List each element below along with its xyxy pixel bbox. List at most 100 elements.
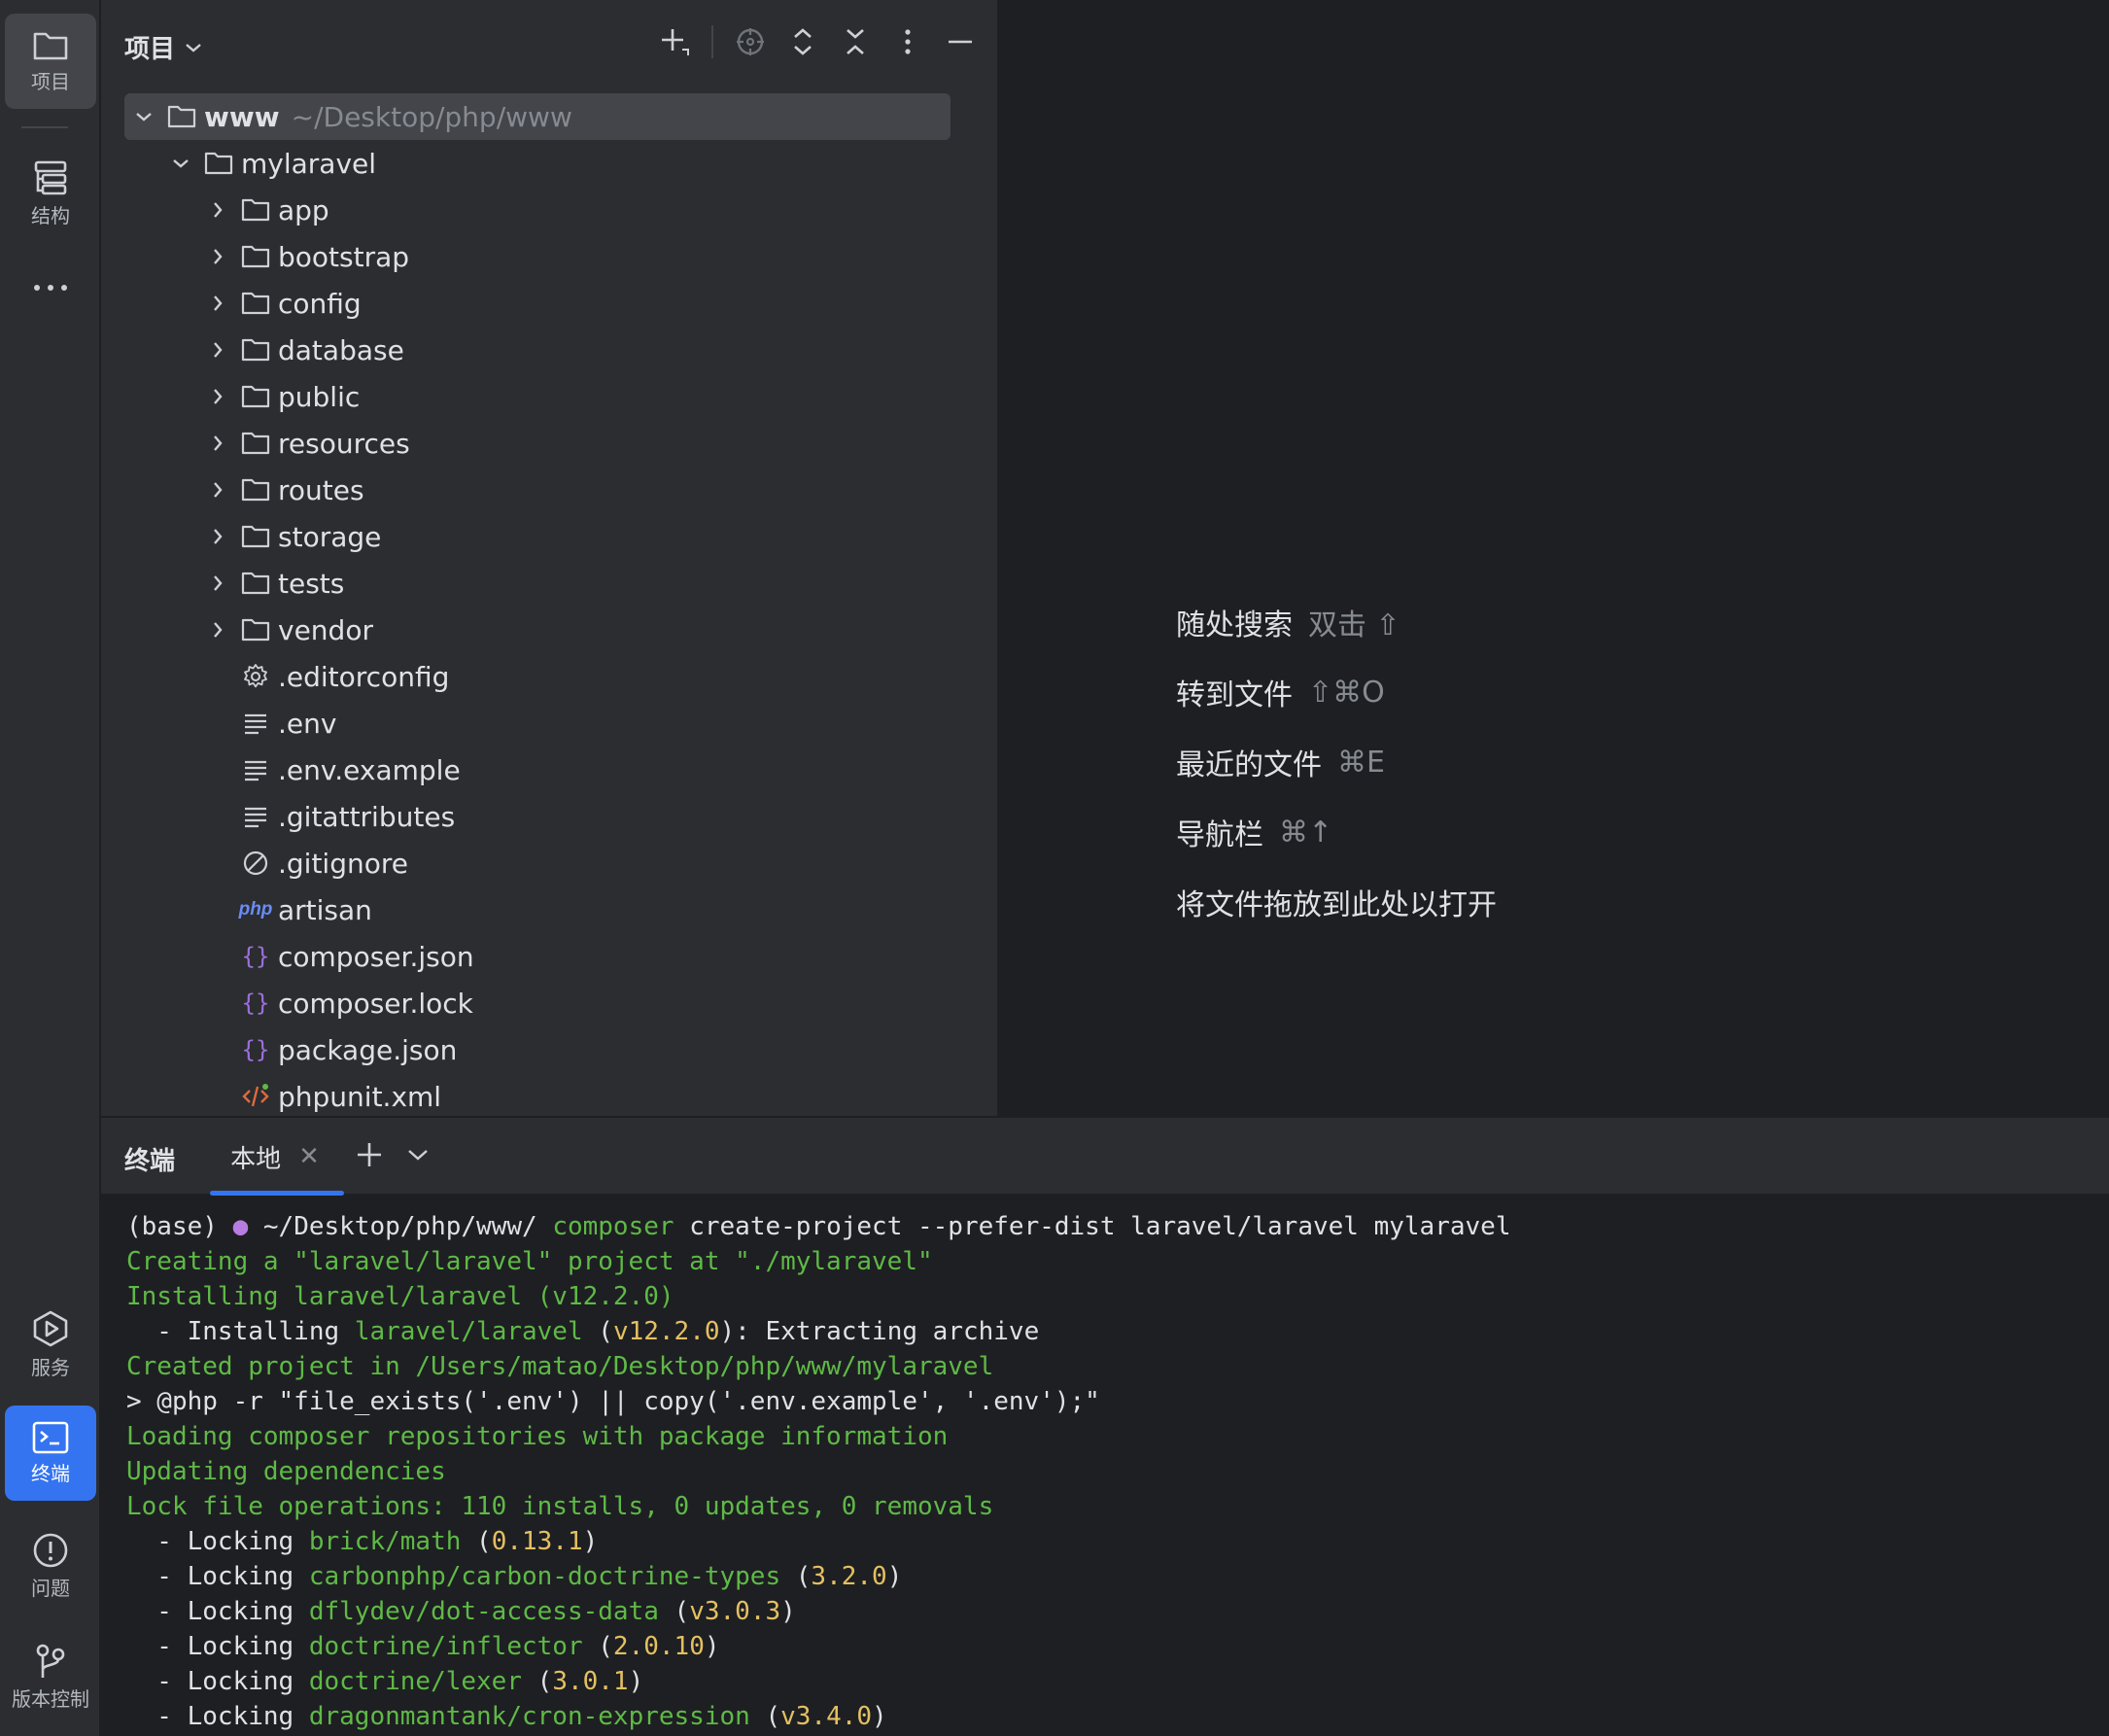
terminal-tab-bar: 终端 本地 ✕ — [101, 1118, 2109, 1196]
ignore-file-icon — [239, 847, 272, 880]
terminal-line: - Locking doctrine/inflector (2.0.10) — [126, 1632, 720, 1661]
project-panel: 项目 www ~/Desktop/php/www mylaravel app b… — [101, 0, 1089, 1116]
project-panel-header: 项目 — [101, 0, 999, 87]
tree-row-folder[interactable]: public — [124, 373, 951, 420]
chevron-right-icon[interactable] — [204, 616, 231, 643]
folder-name: tests — [278, 567, 345, 600]
warning-circle-icon — [32, 1532, 69, 1569]
services-tool-label: 服务 — [31, 1355, 70, 1379]
tool-window-strip: 项目 结构 服务 终端 问题 版本控制 — [0, 0, 101, 1736]
terminal-line: - Installing laravel/laravel (v12.2.0): … — [126, 1317, 1040, 1346]
hint-drop-files: 将文件拖放到此处以打开 — [1176, 867, 1497, 937]
php-file-icon: php — [238, 899, 273, 920]
tree-row-folder[interactable]: database — [124, 327, 951, 373]
close-icon[interactable]: ✕ — [298, 1142, 320, 1171]
services-icon — [31, 1309, 70, 1348]
project-panel-title: 项目 — [124, 35, 176, 64]
json-file-icon: {} — [241, 1036, 270, 1063]
tree-row-folder[interactable]: bootstrap — [124, 233, 951, 280]
folder-icon — [165, 100, 198, 133]
tree-row-file[interactable]: .gitignore — [124, 840, 951, 886]
chevron-right-icon[interactable] — [204, 290, 231, 317]
tree-row-root[interactable]: www ~/Desktop/php/www — [124, 93, 951, 140]
hint-shortcut: ⇧⌘O — [1308, 675, 1385, 710]
tree-row-file[interactable]: {} composer.lock — [124, 980, 951, 1026]
tree-row-file[interactable]: {} composer.json — [124, 933, 951, 980]
terminal-line: Created project in /Users/matao/Desktop/… — [126, 1352, 994, 1381]
expand-all-icon[interactable] — [787, 26, 818, 57]
terminal-panel-title: 终端 — [124, 1147, 176, 1176]
file-name: composer.json — [278, 940, 474, 973]
tree-row-file[interactable]: php artisan — [124, 886, 951, 933]
tree-row-folder[interactable]: app — [124, 187, 951, 233]
file-name: artisan — [278, 893, 372, 926]
chevron-right-icon[interactable] — [204, 383, 231, 410]
tree-row-file[interactable]: {} package.json — [124, 1026, 951, 1073]
vcs-tool-button[interactable]: 版本控制 — [5, 1629, 96, 1724]
folder-name: resources — [278, 427, 410, 460]
chevron-right-icon[interactable] — [204, 196, 231, 224]
hint-search-everywhere[interactable]: 随处搜索 双击 ⇧ — [1176, 587, 1497, 657]
folder-icon — [32, 29, 69, 62]
new-tab-icon[interactable] — [350, 1135, 389, 1174]
tab-local[interactable]: 本地 ✕ — [206, 1118, 344, 1196]
folder-icon — [239, 240, 272, 273]
hint-label: 导航栏 — [1176, 818, 1263, 852]
chevron-right-icon[interactable] — [204, 570, 231, 597]
more-vertical-icon[interactable] — [892, 26, 923, 57]
chevron-right-icon[interactable] — [204, 523, 231, 550]
problems-tool-button[interactable]: 问题 — [5, 1518, 96, 1614]
terminal-tool-button[interactable]: 终端 — [5, 1406, 96, 1501]
folder-name: vendor — [278, 613, 373, 646]
terminal-line: - Locking dragonmantank/cron-expression … — [126, 1702, 887, 1731]
locate-file-icon[interactable] — [735, 26, 766, 57]
tree-row-folder[interactable]: routes — [124, 467, 951, 513]
tree-row-folder[interactable]: config — [124, 280, 951, 327]
json-file-icon: {} — [241, 943, 270, 970]
services-tool-button[interactable]: 服务 — [5, 1297, 96, 1392]
file-name: package.json — [278, 1033, 458, 1066]
hint-navigation-bar[interactable]: 导航栏 ⌘↑ — [1176, 797, 1497, 867]
tree-row-file[interactable]: .editorconfig — [124, 653, 951, 700]
folder-name: routes — [278, 473, 364, 506]
chevron-right-icon[interactable] — [204, 243, 231, 270]
chevron-right-icon[interactable] — [204, 430, 231, 457]
project-folder-name: mylaravel — [241, 147, 377, 180]
tree-row-project[interactable]: mylaravel — [124, 140, 951, 187]
terminal-line: - Locking carbonphp/carbon-doctrine-type… — [126, 1562, 903, 1591]
tree-row-file[interactable]: .env.example — [124, 746, 951, 793]
chevron-right-icon[interactable] — [204, 476, 231, 503]
chevron-down-icon[interactable] — [167, 150, 194, 177]
root-folder-path: ~/Desktop/php/www — [291, 100, 572, 133]
hint-recent-files[interactable]: 最近的文件 ⌘E — [1176, 727, 1497, 797]
terminal-line: Updating dependencies — [126, 1457, 446, 1486]
terminal-line: Loading composer repositories with packa… — [126, 1422, 949, 1451]
project-tool-button[interactable]: 项目 — [5, 14, 96, 109]
strip-divider — [21, 126, 68, 128]
tree-row-folder[interactable]: storage — [124, 513, 951, 560]
terminal-output[interactable]: (base) ● ~/Desktop/php/www/ composer cre… — [126, 1209, 1510, 1734]
chevron-down-icon[interactable] — [398, 1135, 437, 1174]
tree-row-file[interactable]: .env — [124, 700, 951, 746]
structure-tool-button[interactable]: 结构 — [5, 146, 96, 241]
chevron-right-icon[interactable] — [204, 336, 231, 364]
folder-name: storage — [278, 520, 382, 553]
terminal-line: Installing laravel/laravel (v12.2.0) — [126, 1282, 674, 1311]
tree-row-file[interactable]: .gitattributes — [124, 793, 951, 840]
hint-go-to-file[interactable]: 转到文件 ⇧⌘O — [1176, 657, 1497, 727]
chevron-down-icon[interactable] — [130, 103, 157, 130]
collapse-all-icon[interactable] — [840, 26, 871, 57]
project-view-selector[interactable]: 项目 — [124, 29, 202, 65]
terminal-line: Lock file operations: 110 installs, 0 up… — [126, 1492, 994, 1521]
more-tools-button[interactable] — [5, 241, 96, 334]
tree-row-folder[interactable]: vendor — [124, 607, 951, 653]
terminal-line: - Locking brick/math (0.13.1) — [126, 1527, 599, 1556]
folder-name: public — [278, 380, 361, 413]
tree-row-folder[interactable]: resources — [124, 420, 951, 467]
hide-panel-icon[interactable] — [945, 26, 976, 57]
hint-label: 将文件拖放到此处以打开 — [1176, 888, 1497, 922]
hint-label: 随处搜索 — [1176, 608, 1293, 642]
tree-row-folder[interactable]: tests — [124, 560, 951, 607]
tree-row-file[interactable]: phpunit.xml — [124, 1073, 951, 1120]
add-new-icon[interactable] — [659, 26, 690, 57]
